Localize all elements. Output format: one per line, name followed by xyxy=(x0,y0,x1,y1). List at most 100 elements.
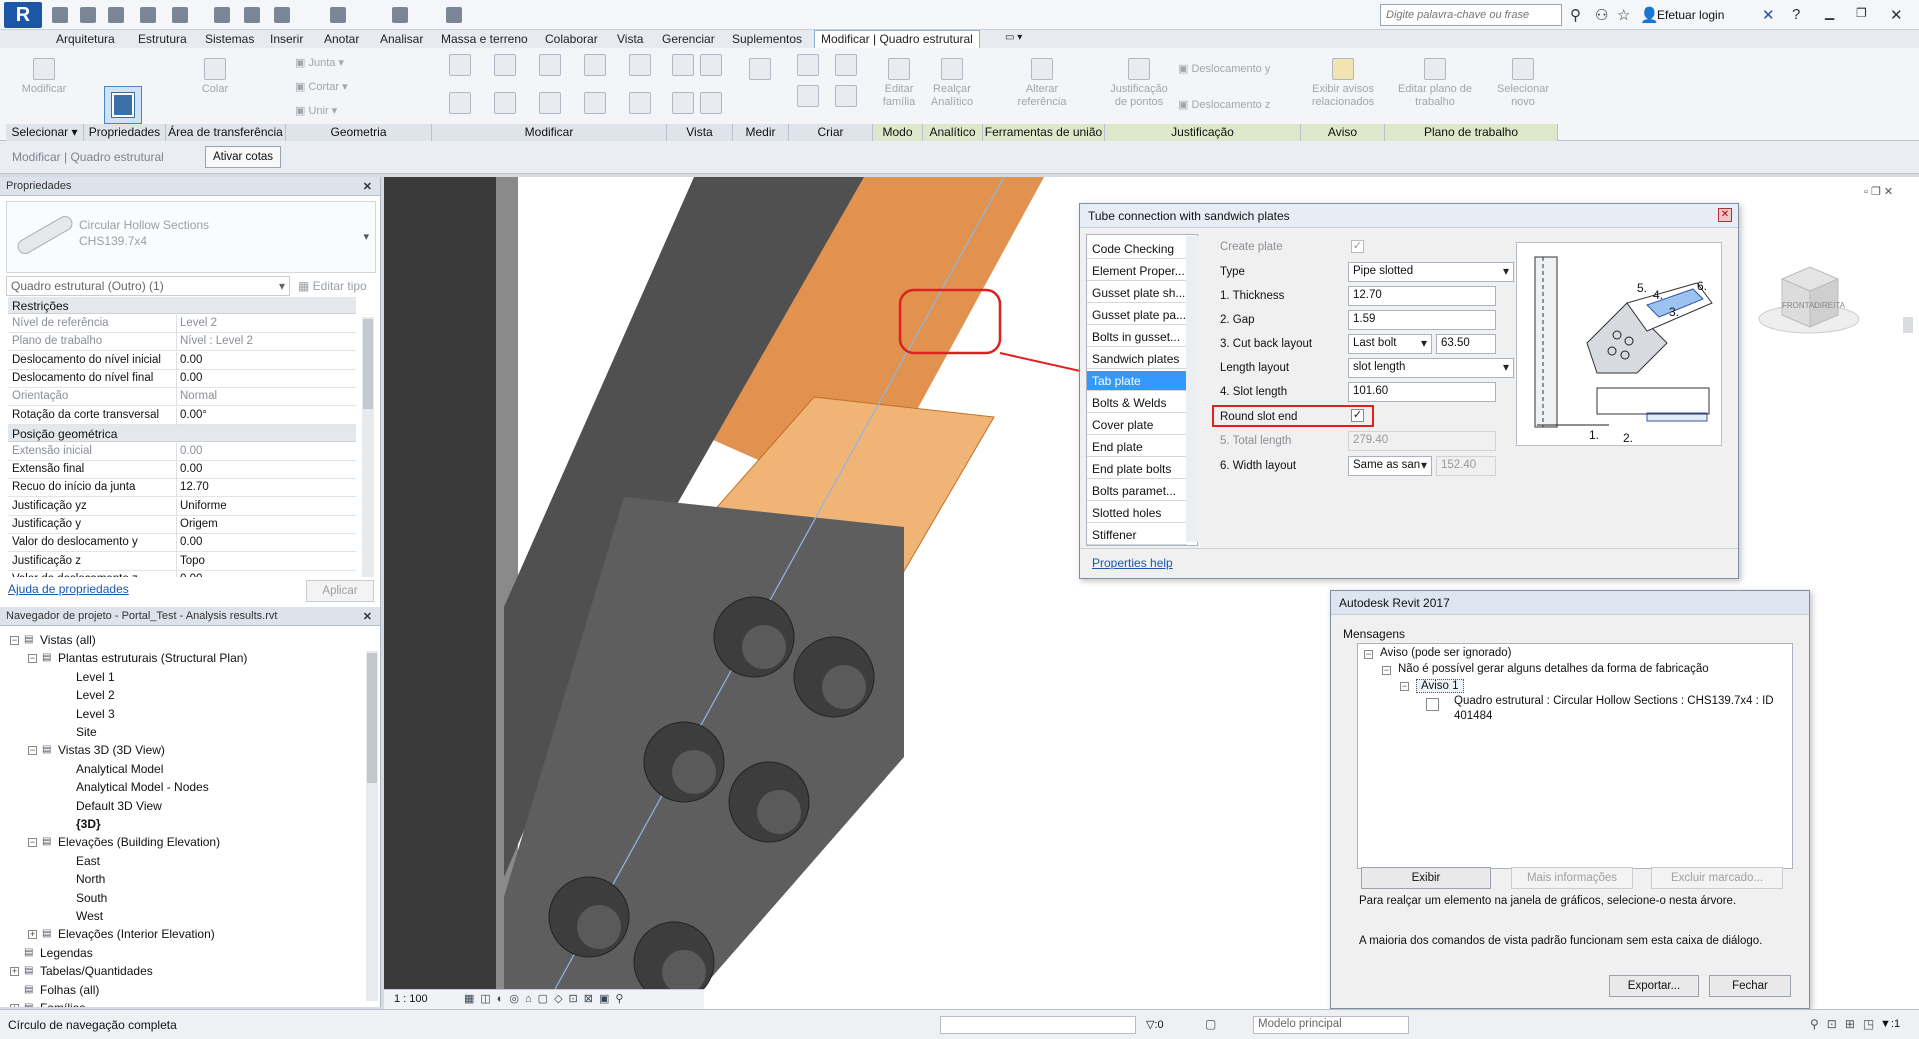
tab-analisar[interactable]: Analisar xyxy=(380,32,423,46)
tab-arquitetura[interactable]: Arquitetura xyxy=(56,32,115,46)
close-button[interactable]: ✕ xyxy=(1890,6,1903,24)
filter-count[interactable]: ▼:1 xyxy=(1880,1018,1900,1030)
selection-mode-icons[interactable]: ⚲⊡⊞◳ xyxy=(1810,1017,1882,1031)
revit-logo-button[interactable]: R xyxy=(4,2,42,28)
offset-z-button[interactable]: ▣ Deslocamento z xyxy=(1178,98,1270,111)
property-row[interactable]: Rotação da corte transversal 0.00° xyxy=(8,406,356,425)
round-slot-end-checkbox[interactable]: ✓ xyxy=(1351,409,1364,422)
tree-item[interactable]: Tabelas/Quantidades xyxy=(40,964,153,978)
property-row[interactable]: Justificação yz Uniforme xyxy=(8,497,356,516)
reset-analytical-button[interactable]: Realçar Analítico xyxy=(924,58,980,109)
text-icon[interactable] xyxy=(274,7,290,23)
property-row[interactable]: Recuo do início da junta 12.70 xyxy=(8,479,356,498)
edit-family-button[interactable]: Editar família xyxy=(876,58,922,109)
binoculars-icon[interactable]: ⚲ xyxy=(1570,6,1581,24)
tube-nav-item[interactable]: Cover plate xyxy=(1087,415,1187,435)
property-value[interactable]: 0.00 xyxy=(180,536,202,548)
properties-help-link[interactable]: Properties help xyxy=(1092,556,1173,570)
scrollbar-thumb[interactable] xyxy=(363,319,373,409)
property-value[interactable]: Nível : Level 2 xyxy=(180,335,253,347)
view-scale[interactable]: 1 : 100 xyxy=(394,993,428,1005)
subscription-icon[interactable]: ⚇ xyxy=(1595,6,1608,24)
switch-windows-icon[interactable] xyxy=(446,7,462,23)
tube-nav-item[interactable]: Bolts in gusset... xyxy=(1087,327,1187,347)
tab-suplementos[interactable]: Suplementos xyxy=(732,32,802,46)
modify-button[interactable]: Modificar xyxy=(14,58,74,96)
tube-nav-item[interactable]: Tab plate xyxy=(1087,371,1187,391)
tab-modificar-quadro-estrutural[interactable]: Modificar | Quadro estrutural xyxy=(814,30,980,48)
tree-item[interactable]: Level 2 xyxy=(76,688,115,702)
dimension-icon[interactable] xyxy=(244,7,260,23)
tree-item[interactable]: {3D} xyxy=(76,817,101,831)
create-assembly-icon[interactable] xyxy=(797,85,819,107)
tree-item[interactable]: Legendas xyxy=(40,946,93,960)
move-icon[interactable] xyxy=(448,92,471,114)
paste-button[interactable]: Colar xyxy=(190,58,240,96)
property-row[interactable]: Extensão inicial 0.00 xyxy=(8,442,356,461)
scrollbar-thumb[interactable] xyxy=(367,653,377,783)
property-value[interactable]: 0.00 xyxy=(180,354,202,366)
tree-element-label[interactable]: Quadro estrutural : Circular Hollow Sect… xyxy=(1454,695,1774,707)
select-new-button[interactable]: Selecionar novo xyxy=(1492,58,1554,109)
close-hidden-icon[interactable] xyxy=(392,7,408,23)
browser-scrollbar[interactable] xyxy=(366,651,378,1001)
scale-icon[interactable] xyxy=(584,92,607,114)
tab-vista[interactable]: Vista xyxy=(617,32,643,46)
property-value[interactable]: 0.00 xyxy=(180,573,202,577)
tree-warning-ignorable[interactable]: Aviso (pode ser ignorado) xyxy=(1380,647,1511,659)
activate-dimensions-button[interactable]: Ativar cotas xyxy=(205,146,281,168)
tube-nav-item[interactable]: Sandwich plates xyxy=(1087,349,1187,369)
split-icon[interactable] xyxy=(584,54,607,76)
create-plate-checkbox[interactable]: ✓ xyxy=(1351,240,1364,253)
length-layout-select[interactable]: slot length xyxy=(1348,358,1514,378)
tree-item[interactable]: Default 3D View xyxy=(76,799,162,813)
tree-warning-1[interactable]: Aviso 1 xyxy=(1416,679,1464,693)
collapse-icon[interactable]: − xyxy=(28,838,37,848)
change-reference-button[interactable]: Alterar referência xyxy=(1012,58,1072,109)
tree-item[interactable]: Analytical Model - Nodes xyxy=(76,780,209,794)
tree-item[interactable]: West xyxy=(76,909,103,923)
thickness-input[interactable]: 12.70 xyxy=(1348,286,1496,306)
create-part-icon[interactable] xyxy=(797,54,819,76)
tube-nav-item[interactable]: Slotted holes xyxy=(1087,503,1187,523)
tube-nav-item[interactable]: Bolts & Welds xyxy=(1087,393,1187,413)
show-button[interactable]: Exibir xyxy=(1361,867,1491,889)
close-icon[interactable]: ✕ xyxy=(363,180,372,193)
pin-icon[interactable] xyxy=(629,92,652,114)
tree-item[interactable]: Vistas 3D (3D View) xyxy=(58,743,165,757)
property-row[interactable]: Justificação y Origem xyxy=(8,516,356,534)
tab-sistemas[interactable]: Sistemas xyxy=(205,32,254,46)
tube-nav-item[interactable]: Gusset plate sh... xyxy=(1087,283,1187,303)
close-icon[interactable]: ✕ xyxy=(1718,208,1732,222)
tree-item[interactable]: Level 1 xyxy=(76,670,115,684)
tab-massa-terreno[interactable]: Massa e terreno xyxy=(441,32,528,46)
property-value[interactable]: Origem xyxy=(180,518,218,530)
tab-gerenciar[interactable]: Gerenciar xyxy=(662,32,715,46)
tube-nav-item[interactable]: Code Checking xyxy=(1087,239,1187,259)
property-row[interactable]: Justificação z Topo xyxy=(8,552,356,571)
property-row[interactable]: Plano de trabalho Nível : Level 2 xyxy=(8,333,356,352)
tab-colaborar[interactable]: Colaborar xyxy=(545,32,598,46)
properties-section-header[interactable]: Restrições xyxy=(8,297,356,314)
view-window-controls[interactable]: ▫ ❐ ✕ xyxy=(1864,185,1893,198)
favorites-icon[interactable]: ☆ xyxy=(1617,6,1630,24)
close-icon[interactable]: ✕ xyxy=(363,610,372,623)
property-row[interactable]: Deslocamento do nível final 0.00 xyxy=(8,369,356,388)
tube-nav-item[interactable]: Gusset plate pa... xyxy=(1087,305,1187,325)
undo-icon[interactable] xyxy=(140,7,156,23)
properties-toggle-button[interactable] xyxy=(104,86,142,124)
collapse-icon[interactable]: − xyxy=(1382,666,1391,675)
gap-input[interactable]: 1.59 xyxy=(1348,310,1496,330)
point-justification-button[interactable]: Justificação de pontos xyxy=(1106,58,1172,109)
width-layout-input[interactable]: 152.40 xyxy=(1436,456,1496,476)
user-icon[interactable]: 👤 xyxy=(1640,6,1659,24)
tree-item[interactable]: Analytical Model xyxy=(76,762,163,776)
more-info-button[interactable]: Mais informações xyxy=(1511,867,1633,889)
save-icon[interactable] xyxy=(80,7,96,23)
tube-nav-item[interactable]: Bolts paramet... xyxy=(1087,481,1187,501)
tube-nav-item[interactable]: Element Proper... xyxy=(1087,261,1187,281)
tab-inserir[interactable]: Inserir xyxy=(270,32,303,46)
paint-icon[interactable] xyxy=(700,92,722,114)
property-value[interactable]: 0.00 xyxy=(180,372,202,384)
measure-tool-button[interactable] xyxy=(740,58,780,83)
